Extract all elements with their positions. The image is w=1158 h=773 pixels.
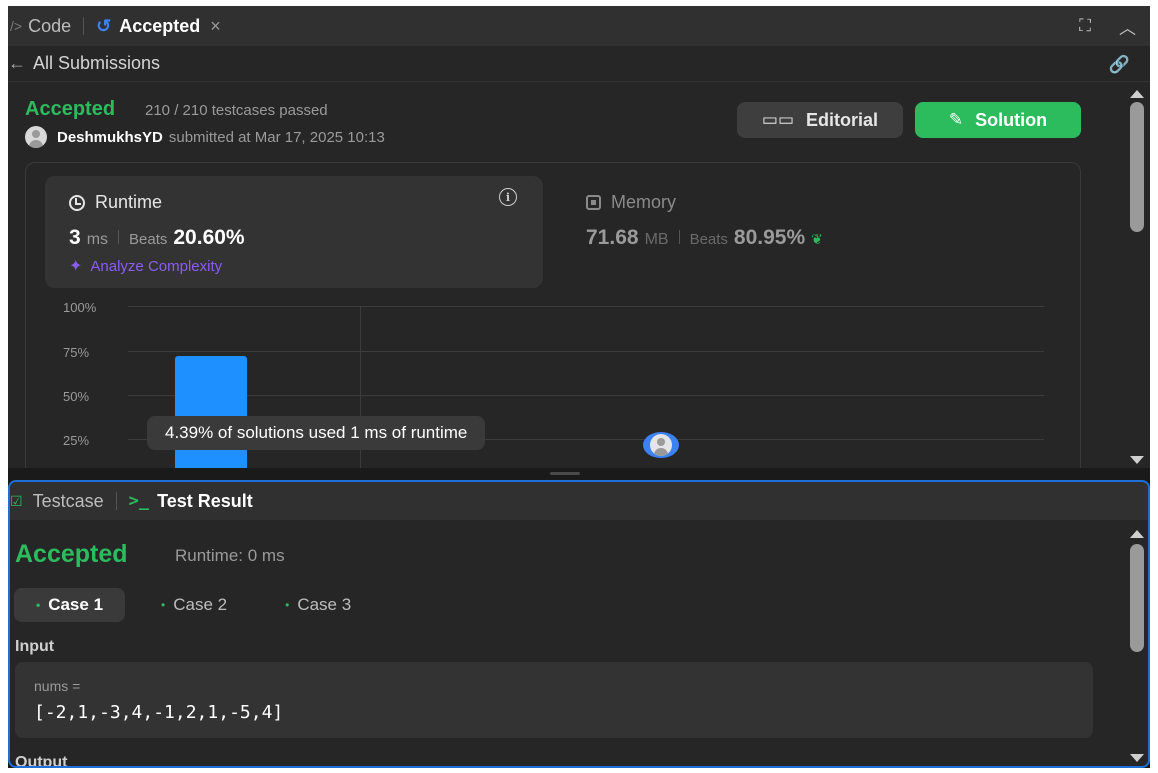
input-value-box: nums = [-2,1,-3,4,-1,2,1,-5,4] bbox=[15, 662, 1093, 738]
case-tab[interactable]: • Case 3 bbox=[263, 588, 373, 622]
drag-handle[interactable] bbox=[550, 472, 580, 475]
tab-test-result[interactable]: >_ Test Result bbox=[129, 482, 253, 520]
chart-bar[interactable] bbox=[175, 355, 247, 468]
test-result-panel: ☑ Testcase >_ Test Result Accepted Runti… bbox=[8, 480, 1150, 768]
case-tab[interactable]: • Case 1 bbox=[14, 588, 126, 622]
y-tick-label: 75% bbox=[63, 345, 90, 360]
scroll-down-icon[interactable] bbox=[1130, 754, 1144, 762]
runtime-distribution-chart: 100% 75% 50% 25% 4.39% of solutions used… bbox=[8, 6, 1150, 468]
checkbox-icon: ☑ bbox=[10, 492, 23, 509]
gridline bbox=[128, 351, 1044, 352]
y-tick-label: 100% bbox=[63, 300, 97, 315]
case-label: Case 3 bbox=[297, 595, 352, 614]
app-window: /> Code ↺ Accepted × ⛶ ︿ ← All Submissio… bbox=[8, 6, 1150, 768]
test-status: Accepted bbox=[15, 540, 128, 568]
user-avatar-icon bbox=[650, 434, 672, 456]
y-tick-label: 50% bbox=[63, 389, 90, 404]
scroll-thumb[interactable] bbox=[1130, 102, 1144, 232]
variable-name: nums = bbox=[34, 678, 81, 694]
scroll-thumb[interactable] bbox=[1130, 544, 1144, 652]
pass-dot-icon: • bbox=[36, 598, 41, 612]
top-scrollbar[interactable] bbox=[1128, 84, 1146, 468]
gridline bbox=[128, 395, 1044, 396]
chart-tooltip: 4.39% of solutions used 1 ms of runtime bbox=[147, 416, 486, 450]
pass-dot-icon: • bbox=[161, 598, 166, 612]
tab-testcase[interactable]: ☑ Testcase bbox=[10, 482, 104, 520]
pass-dot-icon: • bbox=[285, 598, 290, 612]
scroll-down-icon[interactable] bbox=[1130, 456, 1144, 464]
terminal-icon: >_ bbox=[128, 491, 150, 511]
tab-testcase-label: Testcase bbox=[32, 490, 104, 511]
scroll-up-icon[interactable] bbox=[1130, 90, 1144, 98]
case-label: Case 1 bbox=[48, 595, 104, 614]
output-heading: Output bbox=[15, 754, 68, 768]
bottom-scrollbar[interactable] bbox=[1128, 526, 1146, 766]
bottom-tabbar: ☑ Testcase >_ Test Result bbox=[10, 482, 1148, 520]
scroll-up-icon[interactable] bbox=[1130, 530, 1144, 538]
tab-test-result-label: Test Result bbox=[157, 490, 253, 511]
case-tabs: • Case 1 • Case 2 • Case 3 bbox=[14, 588, 387, 622]
panel-splitter[interactable] bbox=[8, 468, 1150, 480]
y-tick-label: 25% bbox=[63, 433, 90, 448]
gridline bbox=[128, 306, 1044, 307]
your-submission-marker[interactable] bbox=[643, 432, 679, 458]
case-label: Case 2 bbox=[173, 595, 228, 614]
submission-panel: /> Code ↺ Accepted × ⛶ ︿ ← All Submissio… bbox=[8, 6, 1150, 468]
variable-value: [-2,1,-3,4,-1,2,1,-5,4] bbox=[34, 702, 284, 723]
input-heading: Input bbox=[15, 638, 55, 655]
tab-divider bbox=[115, 492, 117, 510]
test-runtime: Runtime: 0 ms bbox=[175, 546, 285, 565]
case-tab[interactable]: • Case 2 bbox=[139, 588, 249, 622]
